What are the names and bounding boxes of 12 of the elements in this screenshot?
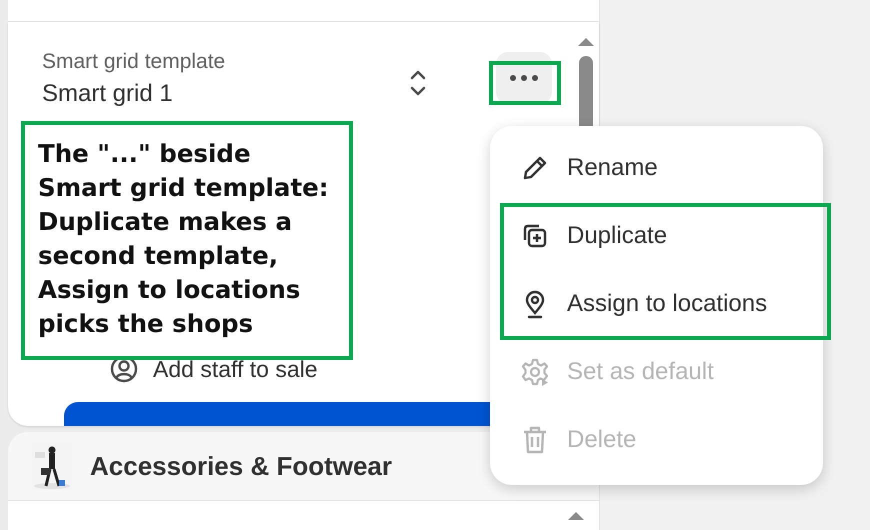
menu-item[interactable]: Assign to locations xyxy=(506,272,811,336)
gear-icon xyxy=(520,357,550,387)
category-title: Accessories & Footwear xyxy=(90,450,392,482)
annotation-note: The "..." beside Smart grid template: Duplicate makes a second template, Assign to locations picks the shops xyxy=(21,121,353,360)
chevron-up-down-icon[interactable] xyxy=(410,69,426,97)
menu-item[interactable]: Duplicate xyxy=(506,204,811,268)
field-label: Smart grid template xyxy=(42,50,226,74)
template-select[interactable]: Smart grid 1 xyxy=(42,80,173,108)
menu-item[interactable]: Rename xyxy=(506,136,811,200)
more-icon xyxy=(509,74,539,82)
highlight-frame xyxy=(489,61,561,105)
scroll-up-arrow-icon[interactable] xyxy=(567,511,585,521)
